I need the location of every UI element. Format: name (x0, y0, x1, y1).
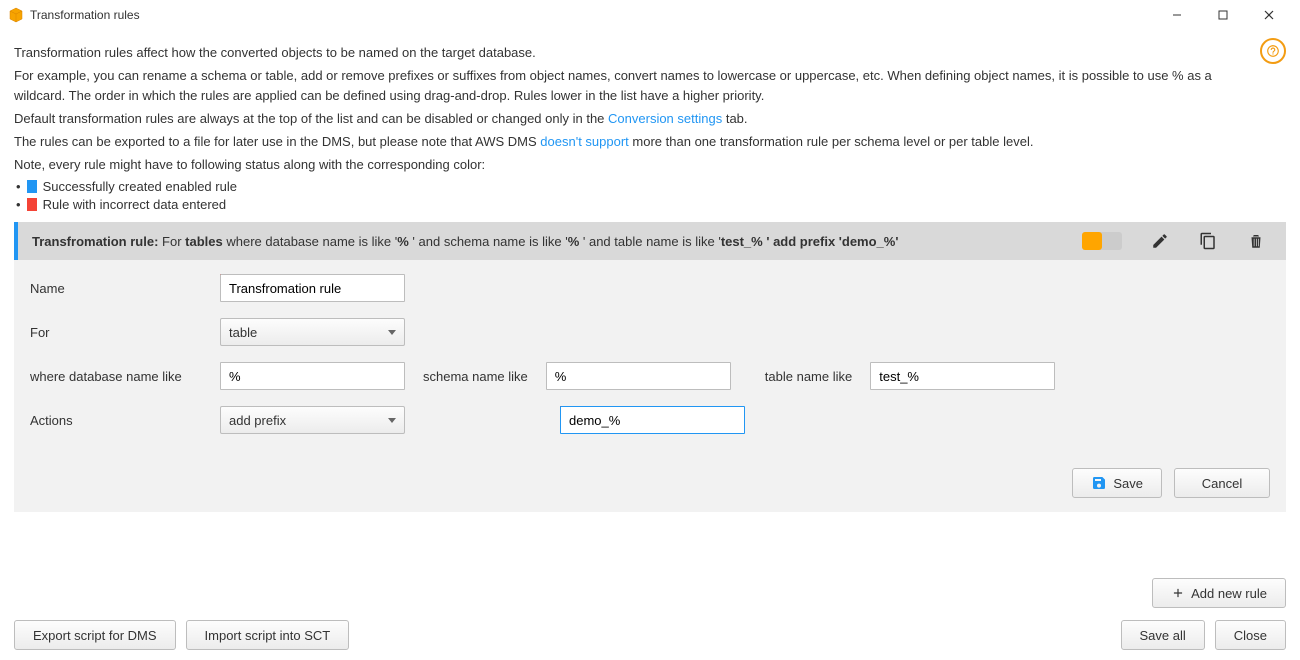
save-all-button[interactable]: Save all (1121, 620, 1205, 650)
save-icon (1091, 475, 1107, 491)
rule-card: Transfromation rule: For tables where da… (14, 222, 1286, 512)
help-icon[interactable] (1260, 38, 1286, 64)
schema-name-input[interactable] (546, 362, 731, 390)
app-icon (8, 7, 24, 23)
name-label: Name (30, 281, 220, 296)
red-swatch (27, 198, 37, 211)
db-name-input[interactable] (220, 362, 405, 390)
footer-right: Save all Close (1121, 620, 1287, 650)
close-window-button[interactable] (1246, 0, 1292, 30)
intro-p4: The rules can be exported to a file for … (14, 132, 1254, 152)
content-area: Transformation rules affect how the conv… (0, 30, 1300, 512)
delete-icon[interactable] (1246, 231, 1266, 251)
footer-left: Export script for DMS Import script into… (14, 620, 349, 650)
table-label: table name like (765, 369, 852, 384)
maximize-button[interactable] (1200, 0, 1246, 30)
action-value-input[interactable] (560, 406, 745, 434)
rule-footer: Save Cancel (30, 468, 1270, 498)
name-input[interactable] (220, 274, 405, 302)
db-label: where database name like (30, 369, 220, 384)
legend-success: Successfully created enabled rule (14, 179, 1286, 194)
schema-label: schema name like (423, 369, 528, 384)
rule-summary: Transfromation rule: For tables where da… (32, 234, 1082, 249)
window-title: Transformation rules (30, 8, 140, 22)
intro-p2: For example, you can rename a schema or … (14, 66, 1254, 106)
close-button[interactable]: Close (1215, 620, 1286, 650)
save-button[interactable]: Save (1072, 468, 1162, 498)
dialog-footer: Export script for DMS Import script into… (14, 578, 1286, 650)
window-controls (1154, 0, 1292, 30)
add-new-rule-button[interactable]: Add new rule (1152, 578, 1286, 608)
import-script-button[interactable]: Import script into SCT (186, 620, 350, 650)
for-label: For (30, 325, 220, 340)
intro-p1: Transformation rules affect how the conv… (14, 43, 1254, 63)
intro-p3: Default transformation rules are always … (14, 109, 1254, 129)
intro-p4-text2: more than one transformation rule per sc… (632, 134, 1033, 149)
chevron-down-icon (388, 330, 396, 335)
actions-select[interactable]: add prefix (220, 406, 405, 434)
title-bar: Transformation rules (0, 0, 1300, 30)
conversion-settings-link[interactable]: Conversion settings (608, 111, 722, 126)
cancel-button[interactable]: Cancel (1174, 468, 1270, 498)
minimize-button[interactable] (1154, 0, 1200, 30)
plus-icon (1171, 586, 1185, 600)
export-script-button[interactable]: Export script for DMS (14, 620, 176, 650)
rule-body: Name For table where database name like … (14, 260, 1286, 512)
table-name-input[interactable] (870, 362, 1055, 390)
rule-header-actions (1082, 231, 1272, 251)
legend-error: Rule with incorrect data entered (14, 197, 1286, 212)
status-legend: Successfully created enabled rule Rule w… (14, 179, 1286, 212)
intro-p3-text: Default transformation rules are always … (14, 111, 608, 126)
blue-swatch (27, 180, 37, 193)
chevron-down-icon (388, 418, 396, 423)
doesnt-support-link[interactable]: doesn't support (540, 134, 629, 149)
enable-toggle[interactable] (1082, 232, 1122, 250)
for-select[interactable]: table (220, 318, 405, 346)
copy-icon[interactable] (1198, 231, 1218, 251)
rule-header: Transfromation rule: For tables where da… (14, 222, 1286, 260)
intro-p3-text2: tab. (726, 111, 748, 126)
intro-p5: Note, every rule might have to following… (14, 155, 1254, 175)
edit-icon[interactable] (1150, 231, 1170, 251)
actions-label: Actions (30, 413, 220, 428)
intro-p4-text: The rules can be exported to a file for … (14, 134, 540, 149)
